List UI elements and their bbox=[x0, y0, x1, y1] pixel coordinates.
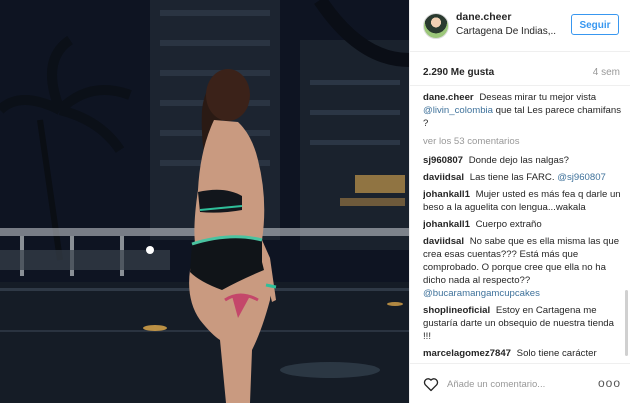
comment-username[interactable]: daviidsal bbox=[423, 172, 464, 183]
likes-count[interactable]: 2.290 Me gusta bbox=[423, 67, 494, 78]
caption: dane.cheer Deseas mirar tu mejor vista @… bbox=[423, 91, 622, 130]
post-username[interactable]: dane.cheer bbox=[456, 11, 511, 23]
post-side-panel: dane.cheer Cartagena De Indias,... Segui… bbox=[409, 0, 630, 403]
post-location[interactable]: Cartagena De Indias,... bbox=[456, 26, 556, 37]
more-options-icon[interactable]: ooo bbox=[598, 376, 621, 390]
night-pool-photo bbox=[0, 0, 409, 403]
heart-outline-icon[interactable] bbox=[423, 377, 439, 392]
comment-item: marcelagomez7847 Solo tiene carácter bbox=[423, 347, 622, 360]
caption-username[interactable]: dane.cheer bbox=[423, 92, 474, 103]
comment-text: Solo tiene carácter bbox=[516, 348, 597, 359]
comment-username[interactable]: johankall1 bbox=[423, 219, 470, 230]
post-age[interactable]: 4 sem bbox=[593, 67, 620, 78]
comment-mention[interactable]: @bucaramangamcupcakes bbox=[423, 288, 540, 299]
post-header: dane.cheer Cartagena De Indias,... Segui… bbox=[410, 0, 630, 52]
comment-username[interactable]: marcelagomez7847 bbox=[423, 348, 511, 359]
post-photo[interactable] bbox=[0, 0, 409, 403]
comment-item: johankall1 Mujer usted es más fea q darl… bbox=[423, 188, 622, 214]
comment-item: shoplineoficial Estoy en Cartagena me gu… bbox=[423, 304, 622, 343]
comment-item: daviidsal No sabe que es ella misma las … bbox=[423, 235, 622, 300]
comment-mention[interactable]: @sj960807 bbox=[557, 172, 606, 183]
caption-mention[interactable]: @livin_colombia bbox=[423, 105, 493, 116]
comment-text: Las tiene las FARC. bbox=[469, 172, 555, 183]
comment-text: Cuerpo extraño bbox=[475, 219, 542, 230]
avatar[interactable] bbox=[423, 13, 449, 39]
follow-button[interactable]: Seguir bbox=[571, 14, 619, 35]
comment-username[interactable]: daviidsal bbox=[423, 236, 464, 247]
comment-item: sj960807 Donde dejo las nalgas? bbox=[423, 154, 622, 167]
comment-item: johankall1 Cuerpo extraño bbox=[423, 218, 622, 231]
comment-item: daviidsal Las tiene las FARC. @sj960807 bbox=[423, 171, 622, 184]
comment-username[interactable]: johankall1 bbox=[423, 189, 470, 200]
add-comment-input[interactable] bbox=[447, 377, 597, 392]
instagram-post-view: dane.cheer Cartagena De Indias,... Segui… bbox=[0, 0, 630, 403]
post-stats: 2.290 Me gusta 4 sem bbox=[410, 52, 630, 86]
view-more-comments-link[interactable]: ver los 53 comentarios bbox=[423, 135, 622, 148]
comments-list[interactable]: dane.cheer Deseas mirar tu mejor vista @… bbox=[423, 91, 622, 363]
comment-username[interactable]: sj960807 bbox=[423, 155, 463, 166]
caption-text-before: Deseas mirar tu mejor vista bbox=[479, 92, 597, 103]
comment-text: Donde dejo las nalgas? bbox=[468, 155, 569, 166]
comment-composer: ooo bbox=[410, 363, 630, 403]
comments-scrollbar[interactable] bbox=[625, 290, 628, 356]
comment-username[interactable]: shoplineoficial bbox=[423, 305, 490, 316]
